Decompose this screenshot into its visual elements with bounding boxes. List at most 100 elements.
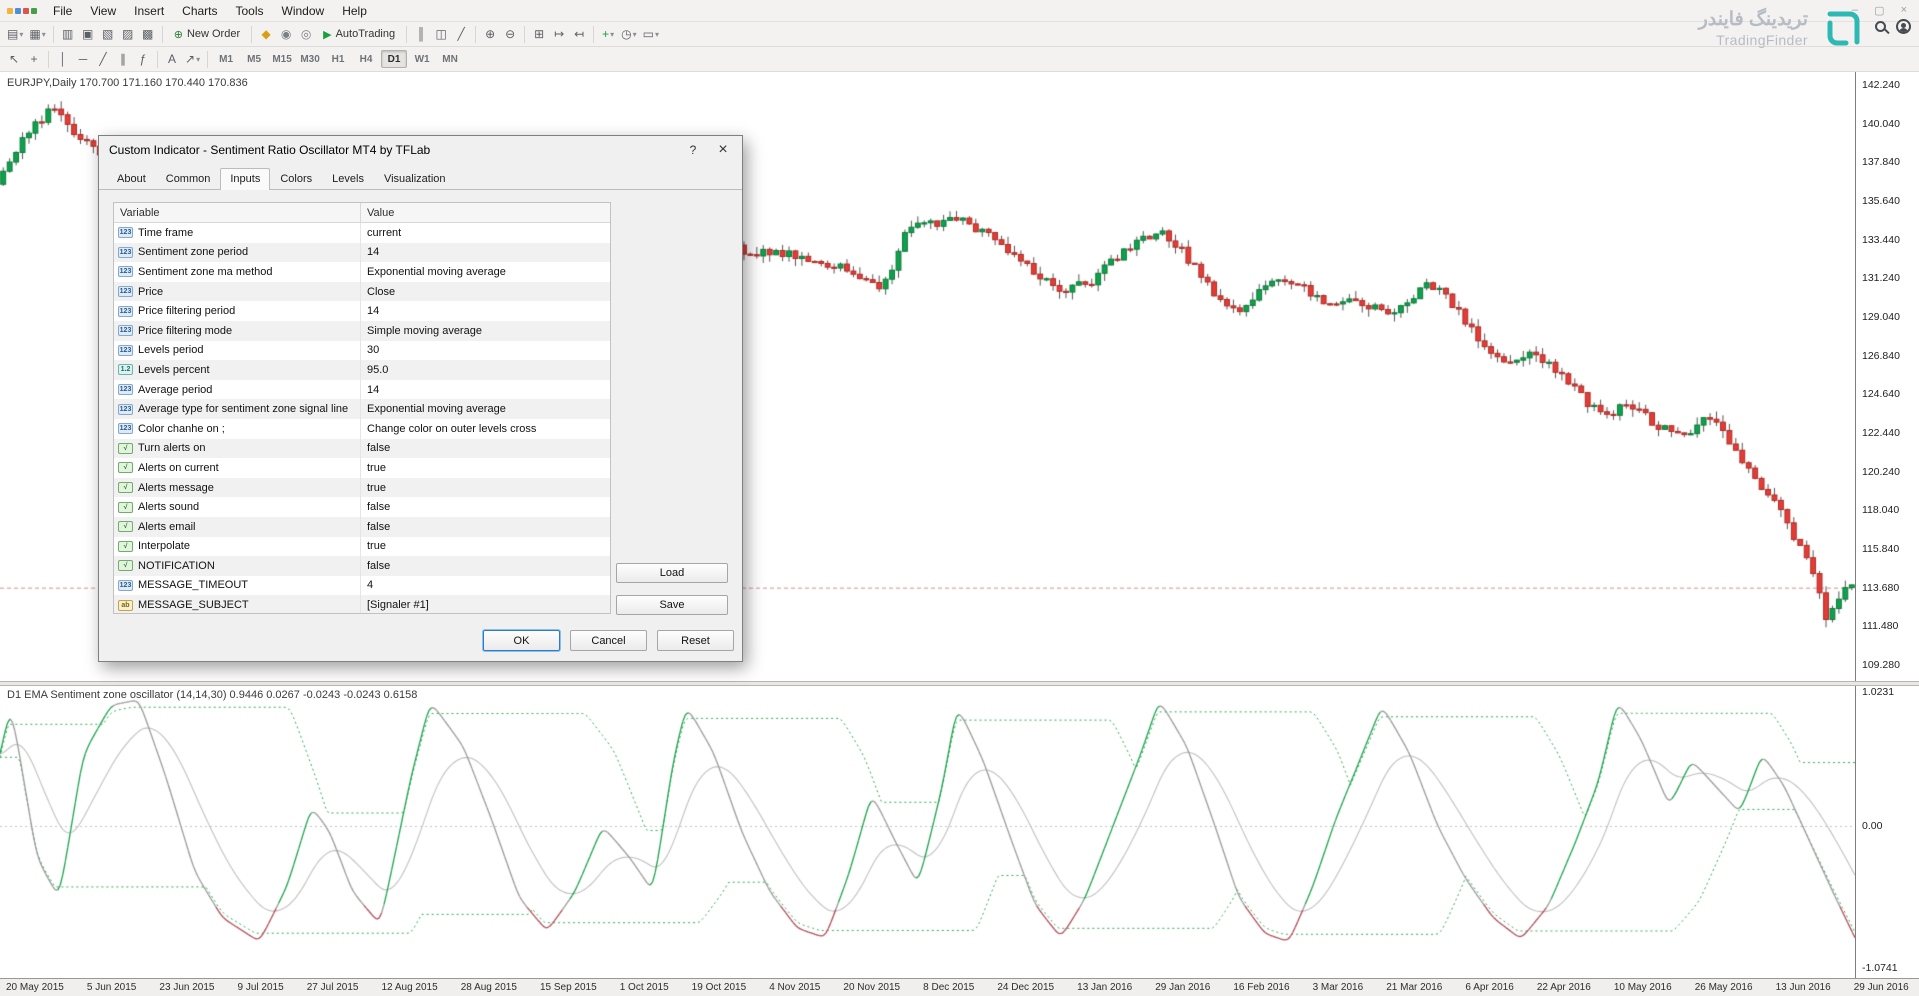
variable-value[interactable]: false <box>361 439 610 459</box>
arrows-button[interactable]: ↗▾ <box>182 49 203 69</box>
input-row[interactable]: 123Price filtering modeSimple moving ave… <box>114 321 610 341</box>
strategy-tester-button[interactable]: ▩ <box>138 24 158 44</box>
timeframe-m30-button[interactable]: M30 <box>297 50 323 68</box>
variable-value[interactable]: true <box>361 478 610 498</box>
menu-charts[interactable]: Charts <box>173 1 226 21</box>
terminal-button[interactable]: ▨ <box>118 24 138 44</box>
navigator-button[interactable]: ▧ <box>98 24 118 44</box>
timeframe-m1-button[interactable]: M1 <box>213 50 239 68</box>
variable-value[interactable]: 14 <box>361 243 610 263</box>
tab-about[interactable]: About <box>107 168 156 190</box>
variable-value[interactable]: false <box>361 517 610 537</box>
templates-button[interactable]: ▭▾ <box>640 24 662 44</box>
save-button[interactable]: Save <box>616 595 728 615</box>
crosshair-button[interactable]: + <box>24 49 44 69</box>
input-row[interactable]: 123Average type for sentiment zone signa… <box>114 399 610 419</box>
input-row[interactable]: √Alerts messagetrue <box>114 478 610 498</box>
input-row[interactable]: 123Sentiment zone period14 <box>114 243 610 263</box>
input-row[interactable]: √Alerts soundfalse <box>114 497 610 517</box>
ok-button[interactable]: OK <box>483 630 560 651</box>
menu-insert[interactable]: Insert <box>125 1 173 21</box>
new-order-button[interactable]: ⊕New Order <box>167 24 247 44</box>
chart-shift-button[interactable]: ↤ <box>569 24 589 44</box>
variable-value[interactable]: true <box>361 537 610 557</box>
input-row[interactable]: √Turn alerts onfalse <box>114 439 610 459</box>
input-row[interactable]: 123Time framecurrent <box>114 223 610 243</box>
input-row[interactable]: 123Levels period30 <box>114 341 610 361</box>
time-axis[interactable]: 20 May 20155 Jun 201523 Jun 20159 Jul 20… <box>0 978 1919 996</box>
vertical-line-button[interactable]: │ <box>53 49 73 69</box>
timeframe-mn-button[interactable]: MN <box>437 50 463 68</box>
variable-value[interactable]: current <box>361 223 610 243</box>
variable-value[interactable]: Change color on outer levels cross <box>361 419 610 439</box>
restore-button[interactable]: ▢ <box>1874 4 1884 17</box>
variable-value[interactable]: false <box>361 556 610 576</box>
variable-value[interactable]: Exponential moving average <box>361 262 610 282</box>
chart-bars-button[interactable]: ║ <box>411 24 431 44</box>
metaeditor-button[interactable]: ◆ <box>256 24 276 44</box>
timeframe-w1-button[interactable]: W1 <box>409 50 435 68</box>
price-scale[interactable]: 142.240140.040137.840135.640133.440131.2… <box>1855 72 1919 978</box>
variable-value[interactable]: Close <box>361 282 610 302</box>
cursor-button[interactable]: ↖ <box>4 49 24 69</box>
tab-levels[interactable]: Levels <box>322 168 374 190</box>
load-button[interactable]: Load <box>616 563 728 583</box>
variable-value[interactable]: Exponential moving average <box>361 399 610 419</box>
input-row[interactable]: 1.2Levels percent95.0 <box>114 360 610 380</box>
tab-colors[interactable]: Colors <box>270 168 322 190</box>
variable-value[interactable]: true <box>361 458 610 478</box>
periods-button[interactable]: ◷▾ <box>618 24 640 44</box>
market-watch-button[interactable]: ▥ <box>58 24 78 44</box>
input-row[interactable]: √Interpolatetrue <box>114 537 610 557</box>
channel-button[interactable]: ∥ <box>113 49 133 69</box>
timeframe-h4-button[interactable]: H4 <box>353 50 379 68</box>
timeframe-m5-button[interactable]: M5 <box>241 50 267 68</box>
timeframe-h1-button[interactable]: H1 <box>325 50 351 68</box>
reset-button[interactable]: Reset <box>657 630 734 651</box>
menu-window[interactable]: Window <box>273 1 334 21</box>
menu-file[interactable]: File <box>44 1 81 21</box>
dialog-help-button[interactable]: ? <box>678 139 708 161</box>
new-chart-button[interactable]: ▤▾ <box>4 24 26 44</box>
tile-windows-button[interactable]: ⊞ <box>529 24 549 44</box>
timeframe-m15-button[interactable]: M15 <box>269 50 295 68</box>
horizontal-line-button[interactable]: ─ <box>73 49 93 69</box>
indicators-button[interactable]: +▾ <box>598 24 618 44</box>
auto-scroll-button[interactable]: ↦ <box>549 24 569 44</box>
input-row[interactable]: 123Average period14 <box>114 380 610 400</box>
close-button[interactable]: × <box>1901 4 1907 17</box>
variable-value[interactable]: [Signaler #1] <box>361 595 610 614</box>
fibonacci-button[interactable]: ƒ <box>133 49 153 69</box>
pane-splitter[interactable] <box>0 681 1919 686</box>
autotrading-button[interactable]: ▶AutoTrading <box>316 24 402 44</box>
variable-value[interactable]: 95.0 <box>361 360 610 380</box>
dialog-title-bar[interactable]: Custom Indicator - Sentiment Ratio Oscil… <box>99 136 742 164</box>
input-row[interactable]: √Alerts emailfalse <box>114 517 610 537</box>
input-row[interactable]: 123Sentiment zone ma methodExponential m… <box>114 262 610 282</box>
input-row[interactable]: 123Color chanhe on ;Change color on oute… <box>114 419 610 439</box>
zoom-in-button[interactable]: ⊕ <box>480 24 500 44</box>
scripts-button[interactable]: ◎ <box>296 24 316 44</box>
dialog-close-button[interactable]: × <box>708 139 738 161</box>
variable-value[interactable]: Simple moving average <box>361 321 610 341</box>
variable-value[interactable]: 30 <box>361 341 610 361</box>
tab-visualization[interactable]: Visualization <box>374 168 456 190</box>
trendline-button[interactable]: ╱ <box>93 49 113 69</box>
menu-view[interactable]: View <box>81 1 125 21</box>
variable-value[interactable]: 4 <box>361 576 610 596</box>
tab-inputs[interactable]: Inputs <box>220 168 270 190</box>
expert-advisors-button[interactable]: ◉ <box>276 24 296 44</box>
chart-candles-button[interactable]: ◫ <box>431 24 451 44</box>
menu-tools[interactable]: Tools <box>227 1 273 21</box>
oscillator-canvas[interactable] <box>0 686 1855 978</box>
data-window-button[interactable]: ▣ <box>78 24 98 44</box>
input-row[interactable]: 123PriceClose <box>114 282 610 302</box>
tab-common[interactable]: Common <box>156 168 221 190</box>
input-row[interactable]: √NOTIFICATIONfalse <box>114 556 610 576</box>
chart-line-button[interactable]: ╱ <box>451 24 471 44</box>
timeframe-d1-button[interactable]: D1 <box>381 50 407 68</box>
input-row[interactable]: abMESSAGE_SUBJECT[Signaler #1] <box>114 595 610 614</box>
profiles-button[interactable]: ▦▾ <box>26 24 48 44</box>
menu-help[interactable]: Help <box>333 1 376 21</box>
variable-value[interactable]: 14 <box>361 301 610 321</box>
